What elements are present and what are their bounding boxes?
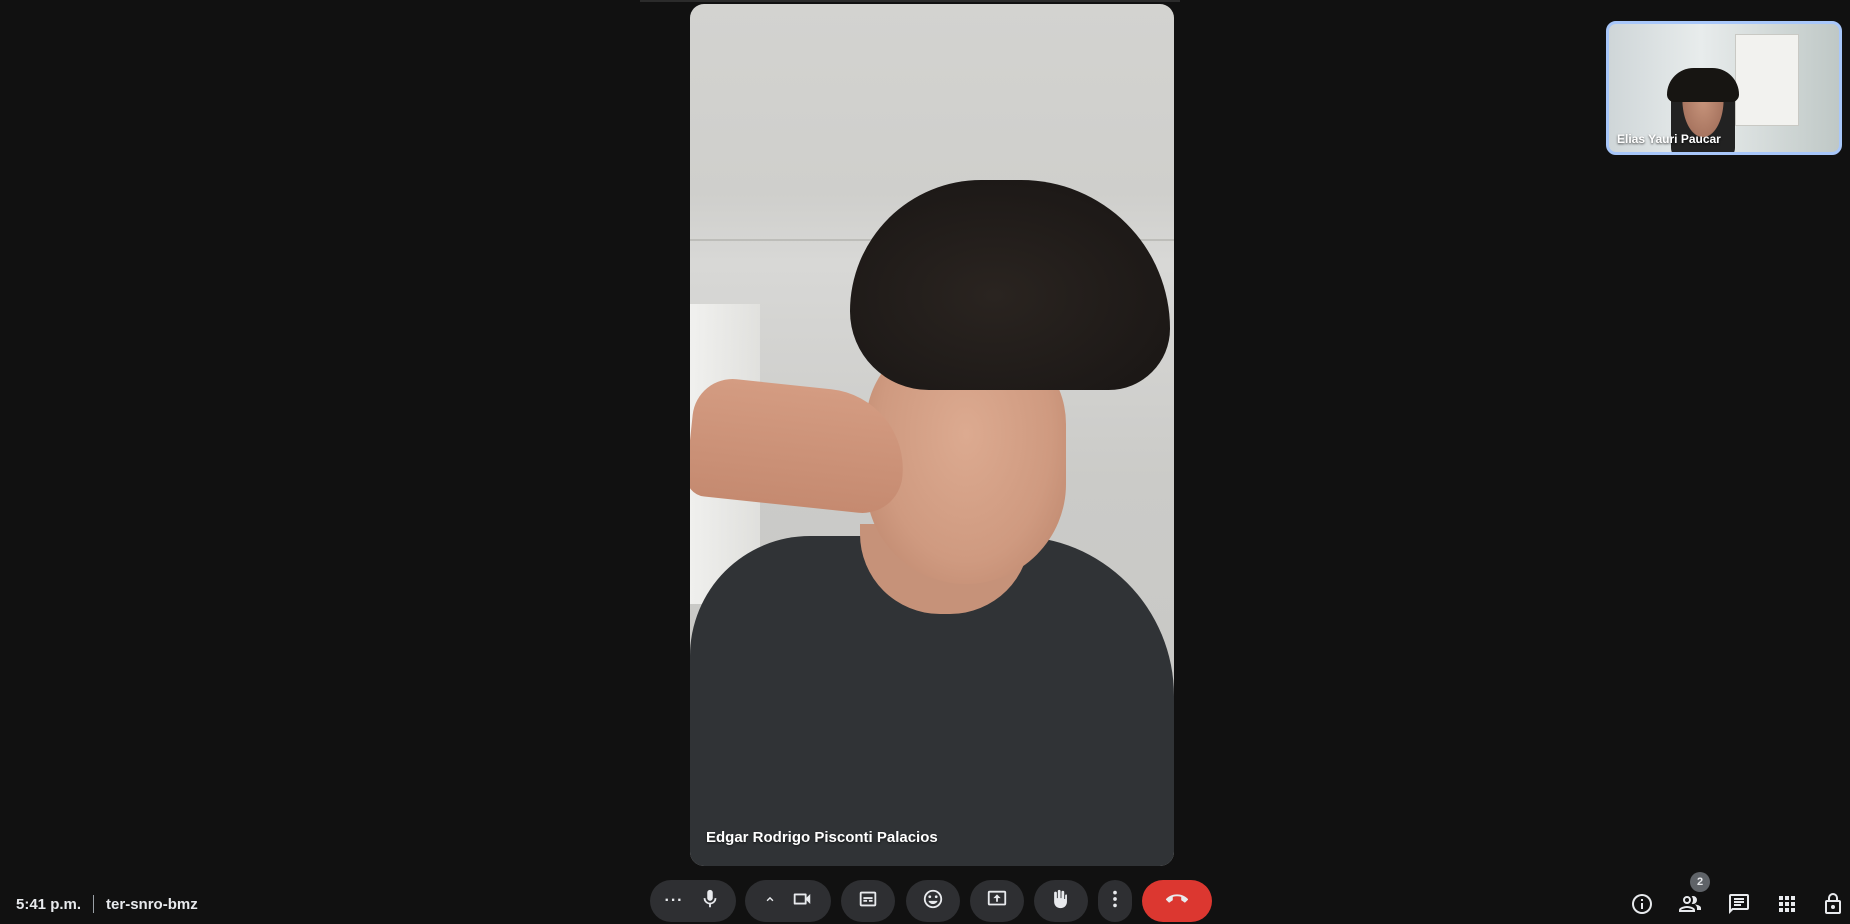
activities-button[interactable]: [1774, 893, 1800, 919]
lock-icon: [1821, 892, 1845, 921]
emoji-button[interactable]: [906, 880, 960, 922]
apps-icon: [1775, 892, 1799, 921]
chat-button[interactable]: [1726, 893, 1752, 919]
chat-icon: [1727, 892, 1751, 921]
meeting-details-button[interactable]: [1629, 893, 1655, 919]
present-button[interactable]: [970, 880, 1024, 922]
present-icon: [986, 888, 1008, 915]
people-count-badge: 2: [1690, 872, 1710, 892]
people-icon: [1678, 892, 1702, 921]
hangup-icon: [1165, 888, 1189, 915]
top-divider: [640, 0, 1180, 2]
camera-icon[interactable]: [791, 888, 813, 915]
host-controls-button[interactable]: [1820, 892, 1846, 921]
mic-icon[interactable]: [699, 888, 721, 915]
camera-control-group: [745, 880, 831, 922]
more-horiz-icon[interactable]: ···: [665, 892, 684, 910]
participant-hair: [850, 180, 1170, 390]
self-background-shelf: [1735, 34, 1799, 126]
chevron-up-icon[interactable]: [763, 892, 777, 911]
people-button[interactable]: [1677, 893, 1703, 919]
more-options-button[interactable]: [1098, 880, 1132, 922]
info-icon: [1630, 892, 1654, 921]
captions-button[interactable]: [841, 880, 895, 922]
mic-control-group: ···: [650, 880, 736, 922]
call-controls: ···: [0, 878, 1850, 924]
captions-icon: [857, 888, 879, 915]
self-view-tile[interactable]: Elias Yauri Paucar: [1606, 21, 1842, 155]
hand-icon: [1050, 888, 1072, 915]
more-vert-icon: [1104, 888, 1126, 915]
participant-name-label: Edgar Rodrigo Pisconti Palacios: [706, 829, 938, 846]
meet-stage: Edgar Rodrigo Pisconti Palacios Elias Ya…: [0, 0, 1850, 924]
self-participant-hair: [1667, 68, 1739, 102]
leave-call-button[interactable]: [1142, 880, 1212, 922]
main-video-tile[interactable]: Edgar Rodrigo Pisconti Palacios: [690, 4, 1174, 866]
raise-hand-button[interactable]: [1034, 880, 1088, 922]
self-name-label: Elias Yauri Paucar: [1617, 132, 1721, 146]
emoji-icon: [922, 888, 944, 915]
